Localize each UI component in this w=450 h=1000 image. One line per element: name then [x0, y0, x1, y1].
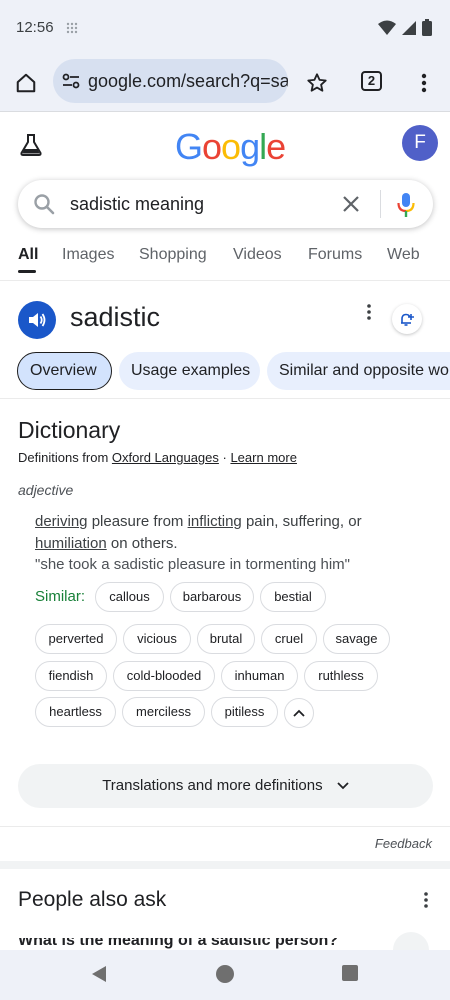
similar-chip[interactable]: perverted — [35, 624, 117, 654]
toolbar-divider — [0, 111, 450, 112]
app-grid-icon — [66, 22, 78, 34]
status-bar: 12:56 — [0, 0, 450, 56]
paa-more-options-icon[interactable] — [419, 890, 433, 910]
tabs-divider — [0, 280, 450, 281]
learn-more-link[interactable]: Learn more — [230, 450, 296, 465]
similar-chip[interactable]: cold-blooded — [113, 661, 215, 691]
logo-letter: o — [221, 126, 241, 167]
similar-chip[interactable]: ruthless — [304, 661, 378, 691]
definition-word-inflicting[interactable]: inflicting — [188, 513, 242, 530]
similar-chip[interactable]: pitiless — [211, 697, 278, 727]
word-title: sadistic — [70, 302, 161, 332]
account-avatar[interactable]: F — [402, 125, 438, 161]
search-box[interactable]: sadistic meaning — [18, 180, 433, 228]
tab-images[interactable]: Images — [62, 246, 114, 264]
similar-chip[interactable]: fiendish — [35, 661, 107, 691]
section-divider — [0, 861, 450, 869]
status-time: 12:56 — [16, 19, 54, 36]
usage-example: "she took a sadistic pleasure in torment… — [35, 556, 350, 573]
similar-chip[interactable]: savage — [323, 624, 390, 654]
source-separator: · — [218, 450, 231, 465]
similar-chip[interactable]: barbarous — [170, 582, 254, 612]
more-definitions-label: Translations and more definitions — [102, 777, 323, 794]
search-input[interactable]: sadistic meaning — [70, 194, 204, 215]
tab-all[interactable]: All — [18, 246, 38, 264]
tab-web[interactable]: Web — [387, 246, 420, 264]
tab-forums[interactable]: Forums — [308, 246, 362, 264]
paa-expand-button[interactable] — [393, 932, 429, 952]
bell-plus-icon — [401, 313, 414, 326]
bookmark-star-icon[interactable] — [302, 68, 332, 98]
tab-switcher-button[interactable]: 2 — [361, 71, 382, 91]
dictionary-title: Dictionary — [18, 417, 121, 443]
address-bar[interactable]: google.com/search?q=sa — [53, 59, 288, 103]
more-options-icon[interactable] — [362, 302, 376, 322]
google-logo[interactable]: Google — [175, 126, 286, 168]
chevron-up-icon — [293, 709, 305, 717]
home-icon[interactable] — [11, 68, 41, 98]
similar-chip[interactable]: bestial — [260, 582, 326, 612]
similar-chip[interactable]: vicious — [123, 624, 191, 654]
search-icon — [34, 194, 55, 215]
dictionary-source: Definitions from Oxford Languages · Lear… — [18, 450, 297, 465]
collapse-similar-button[interactable] — [284, 698, 314, 728]
search-labs-icon[interactable] — [18, 132, 44, 158]
similar-label: Similar: — [35, 588, 86, 605]
active-tab-indicator — [18, 270, 36, 273]
part-of-speech: adjective — [18, 482, 74, 498]
similar-chip[interactable]: merciless — [122, 697, 205, 727]
similar-chip[interactable]: inhuman — [221, 661, 298, 691]
paa-question[interactable]: What is the meaning of a sadistic person… — [18, 938, 358, 950]
home-button[interactable] — [216, 965, 234, 983]
similar-chip[interactable]: cruel — [261, 624, 317, 654]
chip-similar-opposite[interactable]: Similar and opposite wo — [267, 352, 450, 390]
wifi-icon — [378, 20, 396, 35]
alert-add-button[interactable] — [392, 304, 422, 334]
definition-fragment: pleasure from — [87, 513, 188, 530]
logo-letter: g — [240, 126, 260, 167]
site-settings-icon[interactable] — [62, 73, 80, 89]
chip-usage-examples[interactable]: Usage examples — [119, 352, 260, 390]
definition-text: deriving pleasure from inflicting pain, … — [35, 511, 415, 555]
feedback-divider — [0, 826, 450, 827]
chip-overview[interactable]: Overview — [17, 352, 112, 390]
people-also-ask-title: People also ask — [18, 888, 167, 911]
similar-chip[interactable]: callous — [95, 582, 164, 612]
browser-toolbar: google.com/search?q=sa 2 — [0, 56, 450, 112]
definition-fragment: on others. — [106, 535, 178, 552]
feedback-link[interactable]: Feedback — [375, 836, 432, 851]
logo-letter: e — [266, 126, 286, 167]
paa-question-text: What is the meaning of a sadistic person… — [18, 938, 339, 949]
definition-word-deriving[interactable]: deriving — [35, 513, 88, 530]
system-nav-bar — [0, 950, 450, 1000]
search-box-separator — [380, 190, 381, 218]
chevron-down-icon — [337, 782, 349, 790]
chips-divider — [0, 398, 450, 399]
similar-chip[interactable]: heartless — [35, 697, 116, 727]
speaker-icon — [29, 313, 46, 327]
url-text: google.com/search?q=sa — [88, 71, 288, 91]
logo-letter: o — [202, 126, 222, 167]
signal-icon — [402, 20, 416, 35]
oxford-languages-link[interactable]: Oxford Languages — [112, 450, 219, 465]
logo-letter: G — [175, 126, 203, 167]
voice-search-icon[interactable] — [396, 192, 416, 218]
recents-button[interactable] — [342, 965, 358, 981]
translations-more-definitions-button[interactable]: Translations and more definitions — [18, 764, 433, 808]
similar-chip[interactable]: brutal — [197, 624, 255, 654]
tab-videos[interactable]: Videos — [233, 246, 282, 264]
definition-fragment: pain, suffering, or — [241, 513, 362, 530]
battery-icon — [422, 19, 432, 36]
pronunciation-button[interactable] — [18, 301, 56, 339]
browser-menu-icon[interactable] — [409, 68, 439, 98]
definition-word-humiliation[interactable]: humiliation — [35, 535, 107, 552]
tab-shopping[interactable]: Shopping — [139, 246, 207, 264]
source-prefix: Definitions from — [18, 450, 112, 465]
clear-search-icon[interactable] — [340, 193, 362, 215]
back-icon[interactable] — [90, 965, 108, 983]
